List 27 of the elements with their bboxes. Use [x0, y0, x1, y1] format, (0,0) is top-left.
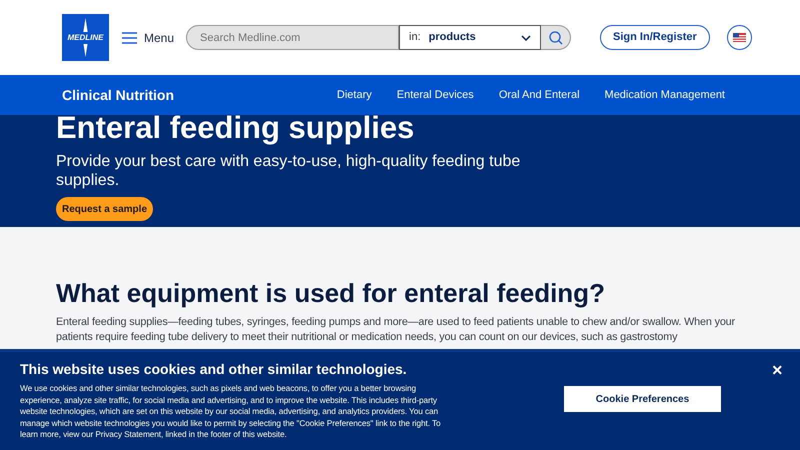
search-icon	[548, 30, 563, 44]
search-field[interactable]: Search Medline.com	[186, 25, 400, 50]
chevron-icon	[521, 34, 532, 40]
hero-subtitle: Provide your best care with easy-to-use, high-quality feeding tube supplies.	[56, 152, 522, 190]
search-button[interactable]	[541, 25, 572, 50]
close-button[interactable]: ×	[772, 361, 783, 379]
scope-prefix: in:	[409, 30, 421, 46]
logo-text: MEDLINE	[66, 32, 104, 44]
nav-link[interactable]: Dietary	[336, 86, 372, 104]
flag-icon	[732, 33, 746, 42]
cookie-title: This website uses cookies and other similar technologies.	[20, 360, 408, 379]
country-button[interactable]	[726, 25, 752, 50]
nav-link[interactable]: Medication Management	[604, 86, 725, 104]
nav-title: Clinical Nutrition	[62, 86, 174, 104]
section-body: Enteral feeding supplies—feeding tubes, syringes, feeding pumps and more—are used to feed patients unable to chew and/or swallow. When your patients require feeding tube delivery to meet their nutritional or medication needs, you can count on our devices, such as gastrostomy	[56, 315, 736, 345]
nav-link[interactable]: Enteral Devices	[396, 86, 474, 104]
cookie-text: We use cookies and other similar technologies, such as pixels and web beacons, to offer you a better browsing experience, analyze site traffic, for social media and advertising, and to improve the website. This includes third-party website technologies, which are set on this website by our social media, advertising, and analytics providers. You can manage which website technologies you would like to permit by selecting the "Cookie Preferences" link to the right. To learn more, view our Privacy Statement, linked in the footer of this website.	[20, 383, 442, 440]
scope-value: products	[428, 30, 476, 46]
menu-button[interactable]: Menu	[122, 28, 174, 46]
nav-link[interactable]: Oral And Enteral	[498, 86, 580, 104]
section-heading: What equipment is used for enteral feeding?	[56, 277, 606, 309]
logo[interactable]: MEDLINE	[62, 14, 109, 61]
cookie-preferences-button[interactable]: Cookie Preferences	[564, 386, 721, 412]
sign-in-button[interactable]: Sign In/Register	[600, 25, 710, 50]
scope-dropdown[interactable]: in: products	[399, 25, 542, 50]
request-sample-button[interactable]: Request a sample	[56, 197, 153, 221]
menu-icon	[122, 32, 137, 44]
